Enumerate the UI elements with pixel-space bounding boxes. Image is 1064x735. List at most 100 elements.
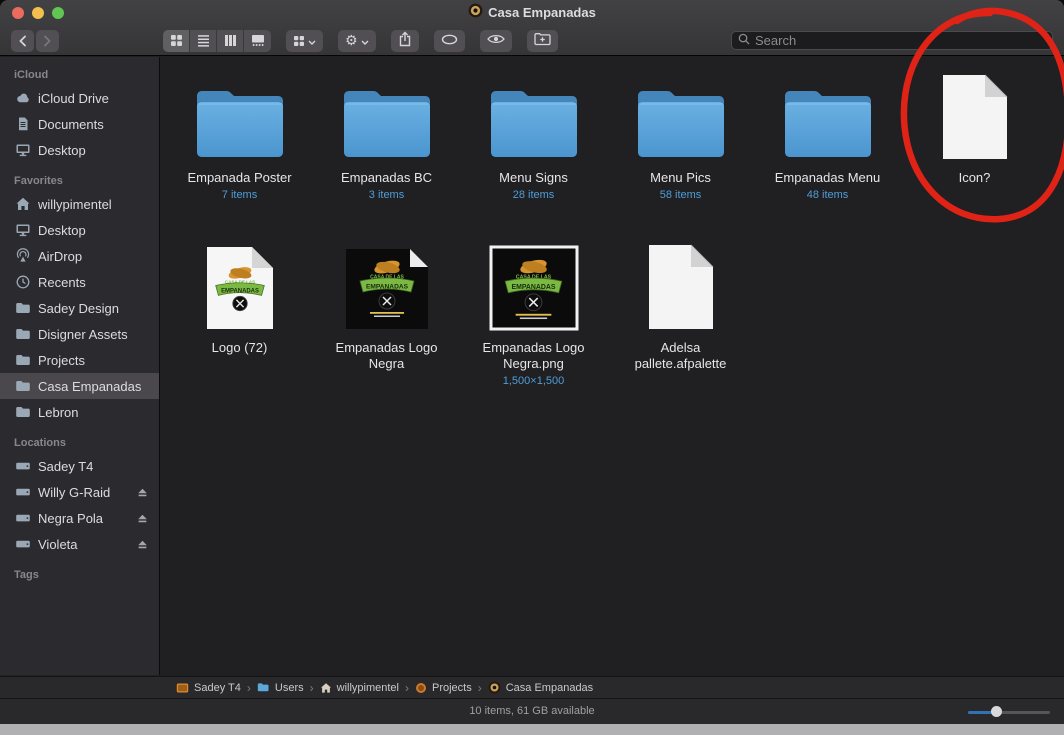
icloud-icon [14,90,31,106]
close-button[interactable] [12,7,24,19]
sidebar-section-title: iCloud [14,69,49,81]
eject-icon[interactable] [136,512,149,525]
sidebar-item-icloud-drive[interactable]: iCloud Drive [0,85,159,111]
column-view-button[interactable] [217,29,244,52]
sidebar-item-casa-empanadas[interactable]: Casa Empanadas [0,373,159,399]
title-bar[interactable]: Casa Empanadas [0,0,1064,25]
path-item-sadey-t4[interactable]: Sadey T4 [176,682,241,694]
image-dark-framed-icon: CASA DE LAS EMPANADAS [489,231,579,335]
file-name: Adelsa pallete.afpalette [634,340,727,371]
sidebar-item-documents[interactable]: Documents [0,111,159,137]
sidebar-item-sadey-design[interactable]: Sadey Design [0,295,159,321]
tags-button[interactable] [433,29,465,52]
file-grid[interactable]: Empanada Poster 7 items Empanadas BC 3 item… [160,57,1064,675]
sidebar-item-negra-pola[interactable]: Negra Pola [0,505,159,531]
search-input[interactable] [755,33,1046,48]
icon-view-button[interactable] [163,29,190,52]
desktop-icon [14,142,31,158]
path-item-willypimentel[interactable]: willypimentel [320,682,399,694]
back-button[interactable] [11,29,34,52]
zoom-slider-knob[interactable] [991,706,1002,717]
toolbar: ⚙ [0,25,1064,56]
gallery-view-button[interactable] [244,29,271,52]
path-item-users[interactable]: Users [257,682,304,694]
new-folder-button[interactable] [526,29,558,52]
document-icon [646,231,716,335]
sidebar-item-projects[interactable]: Projects [0,347,159,373]
sidebar-section-title: Favorites [14,175,63,187]
file-menu-signs[interactable]: Menu Signs 28 items [460,61,607,231]
file-empanadas-menu[interactable]: Empanadas Menu 48 items [754,61,901,231]
sidebar-item-label: Negra Pola [38,510,104,526]
status-bar: 10 items, 61 GB available [0,698,1064,724]
file-info: 1,500×1,500 [502,375,565,387]
file-menu-pics[interactable]: Menu Pics 58 items [607,61,754,231]
sidebar-item-desktop[interactable]: Desktop [0,217,159,243]
eject-icon[interactable] [136,486,149,499]
sidebar-item-lebron[interactable]: Lebron [0,399,159,425]
sidebar-item-recents[interactable]: Recents [0,269,159,295]
file-empanadas-logo-negra[interactable]: CASA DE LAS EMPANADAS Empanadas Logo Negra [313,231,460,401]
file-empanada-poster[interactable]: Empanada Poster 7 items [166,61,313,231]
folder-icon [486,61,582,165]
sidebar-item-violeta[interactable]: Violeta [0,531,159,557]
file-icon[interactable]: Icon? [901,61,1048,231]
forward-button[interactable] [36,29,59,52]
sidebar-item-label: Casa Empanadas [38,378,142,394]
search-field[interactable] [731,31,1053,50]
folder-icon [14,404,31,420]
sidebar-item-label: AirDrop [38,248,83,264]
drive-icon [14,536,31,552]
share-button[interactable] [390,29,419,52]
search-icon [738,32,750,50]
drive-icon [14,510,31,526]
sidebar-item-willy-g-raid[interactable]: Willy G-Raid [0,479,159,505]
sidebar-item-airdrop[interactable]: AirDrop [0,243,159,269]
file-name: Icon? [958,170,991,185]
home-small-icon [320,682,332,694]
file-name: Empanadas BC [340,170,433,185]
sidebar-item-label: Disigner Assets [38,326,128,342]
path-item-label: Sadey T4 [194,681,241,694]
sidebar-item-disigner-assets[interactable]: Disigner Assets [0,321,159,347]
sidebar-item-label: Desktop [38,142,86,158]
action-button[interactable]: ⚙ [338,29,376,52]
file-info: 48 items [806,189,849,201]
home-icon [14,196,31,212]
folder-icon [14,326,31,342]
document-icon [940,61,1010,165]
quicklook-button[interactable] [479,29,512,52]
path-item-casa-empanadas[interactable]: Casa Empanadas [488,681,593,694]
minimize-button[interactable] [32,7,44,19]
sidebar-item-willypimentel[interactable]: willypimentel [0,191,159,217]
sidebar-item-label: iCloud Drive [38,90,109,106]
zoom-button[interactable] [52,7,64,19]
folder-icon [192,61,288,165]
path-item-projects[interactable]: Projects [415,682,472,694]
path-separator-icon: › [309,680,314,695]
folder-small-icon [257,682,270,693]
sidebar-item-label: Recents [38,274,86,290]
sidebar: iCloud iCloud Drive Documents Desktop Favori… [0,57,160,675]
sidebar-item-desktop[interactable]: Desktop [0,137,159,163]
file-logo-72[interactable]: CASA DE LAS EMPANADAS Logo (72) [166,231,313,401]
file-empanadas-bc[interactable]: Empanadas BC 3 items [313,61,460,231]
file-adelsa-pallete-afpalette[interactable]: Adelsa pallete.afpalette [607,231,754,401]
path-separator-icon: › [404,680,409,695]
eject-icon[interactable] [136,538,149,551]
zoom-slider-track[interactable] [968,711,1050,714]
chevron-down-icon [361,33,369,48]
folder-icon [14,300,31,316]
desktop-strip [0,724,1064,735]
file-empanadas-logo-negra-png[interactable]: CASA DE LAS EMPANADAS Empanadas Logo Negra… [460,231,607,401]
drive-icon [14,484,31,500]
window-title-icon [468,3,483,23]
chevron-down-icon [308,33,316,48]
group-button[interactable] [286,29,323,52]
window-body: iCloud iCloud Drive Documents Desktop Favori… [0,57,1064,675]
eye-icon [486,33,505,48]
file-info: 58 items [659,189,702,201]
sidebar-item-sadey-t4[interactable]: Sadey T4 [0,453,159,479]
list-view-button[interactable] [190,29,217,52]
zoom-slider[interactable] [968,706,1050,717]
